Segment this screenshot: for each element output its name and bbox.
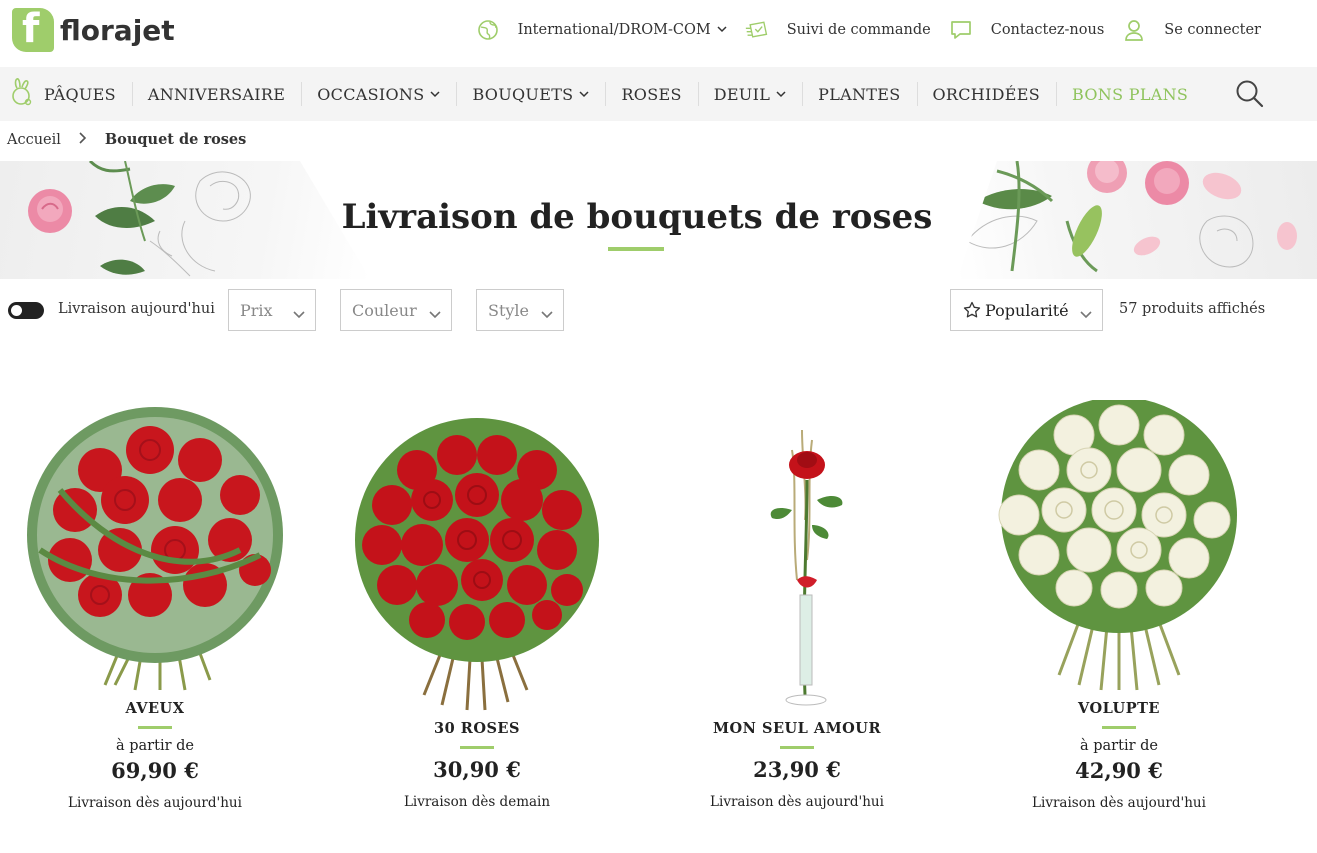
- filter-bar: Livraison aujourd'hui Prix Couleur Style…: [0, 289, 1317, 331]
- product-name[interactable]: MON SEUL AMOUR: [642, 720, 952, 737]
- delivery-info: Livraison dès demain: [403, 794, 551, 810]
- price-filter[interactable]: Prix: [228, 289, 316, 331]
- product-card[interactable]: AVEUX à partir de 69,90 € Livraison dès …: [0, 400, 310, 811]
- chevron-down-icon: [776, 88, 786, 101]
- nav-item-bons-plans[interactable]: BONS PLANS: [1056, 67, 1204, 121]
- product-image[interactable]: [322, 400, 632, 711]
- contact-link[interactable]: Contactez-nous: [949, 18, 1104, 42]
- product-image[interactable]: [964, 397, 1274, 700]
- name-underline: [780, 746, 814, 749]
- search-icon[interactable]: [1235, 79, 1265, 109]
- delivery-info: Livraison dès aujourd'hui: [1032, 795, 1206, 811]
- sort-select[interactable]: Popularité: [950, 289, 1103, 331]
- breadcrumb-home[interactable]: Accueil: [7, 132, 61, 148]
- star-icon: [963, 301, 981, 319]
- product-name[interactable]: AVEUX: [0, 700, 310, 717]
- nav-item-occasions[interactable]: OCCASIONS: [301, 67, 456, 121]
- logo-text: florajet: [60, 13, 175, 47]
- product-price: 42,90 €: [1075, 758, 1163, 783]
- nav-item-bouquets[interactable]: BOUQUETS: [456, 67, 605, 121]
- product-card[interactable]: MON SEUL AMOUR 23,90 € Livraison dès auj…: [642, 400, 952, 810]
- style-filter[interactable]: Style: [476, 289, 564, 331]
- logo-mark: f: [12, 6, 54, 52]
- chevron-down-icon: [541, 304, 553, 319]
- nav-item-paques[interactable]: PÂQUES: [0, 67, 132, 121]
- utility-links: International/DROM-COM Suivi de commande…: [458, 18, 1261, 42]
- product-price: 30,90 €: [433, 757, 521, 782]
- product-price: 23,90 €: [753, 757, 841, 782]
- price-prefix: à partir de: [116, 738, 194, 754]
- nav-item-roses[interactable]: ROSES: [605, 67, 697, 121]
- delivery-info: Livraison dès aujourd'hui: [68, 795, 242, 811]
- chevron-right-icon: [79, 131, 87, 148]
- login-link[interactable]: Se connecter: [1122, 18, 1261, 42]
- user-icon: [1122, 18, 1146, 42]
- chevron-down-icon: [430, 88, 440, 101]
- delivery-today-label: Livraison aujourd'hui: [58, 301, 215, 317]
- truck-icon: [745, 18, 769, 42]
- nav-item-plantes[interactable]: PLANTES: [802, 67, 916, 121]
- toggle-knob: [11, 305, 22, 316]
- product-card[interactable]: 30 ROSES 30,90 € Livraison dès demain: [322, 400, 632, 810]
- chevron-down-icon: [1080, 304, 1092, 319]
- product-name[interactable]: VOLUPTE: [964, 700, 1274, 717]
- globe-icon: [476, 18, 500, 42]
- order-tracking-link[interactable]: Suivi de commande: [745, 18, 931, 42]
- product-image[interactable]: [0, 400, 310, 700]
- main-nav: PÂQUES ANNIVERSAIRE OCCASIONS BOUQUETS R…: [0, 67, 1317, 121]
- price-prefix: à partir de: [1080, 738, 1158, 754]
- category-banner: Livraison de bouquets de roses: [0, 161, 1317, 279]
- chevron-down-icon: [717, 25, 727, 36]
- international-link[interactable]: International/DROM-COM: [476, 18, 727, 42]
- name-underline: [138, 726, 172, 729]
- product-image[interactable]: [642, 400, 952, 706]
- color-filter[interactable]: Couleur: [340, 289, 452, 331]
- delivery-today-toggle[interactable]: [8, 302, 44, 319]
- nav-item-anniversaire[interactable]: ANNIVERSAIRE: [131, 67, 301, 121]
- title-underline: [608, 247, 664, 251]
- nav-item-orchidees[interactable]: ORCHIDÉES: [916, 67, 1057, 121]
- breadcrumb: Accueil Bouquet de roses: [7, 131, 246, 148]
- top-header: f florajet International/DROM-COM Suivi …: [0, 0, 1317, 67]
- chevron-down-icon: [293, 304, 305, 319]
- product-card[interactable]: VOLUPTE à partir de 42,90 € Livraison dè…: [964, 397, 1274, 811]
- nav-item-deuil[interactable]: DEUIL: [697, 67, 802, 121]
- name-underline: [460, 746, 494, 749]
- product-count: 57 produits affichés: [1119, 301, 1266, 317]
- page-title: Livraison de bouquets de roses: [341, 197, 933, 237]
- florajet-logo[interactable]: f florajet: [12, 6, 175, 52]
- chevron-down-icon: [579, 88, 589, 101]
- chat-icon: [949, 18, 973, 42]
- bunny-icon: [8, 78, 34, 110]
- delivery-info: Livraison dès aujourd'hui: [710, 794, 884, 810]
- chevron-down-icon: [429, 304, 441, 319]
- name-underline: [1102, 726, 1136, 729]
- product-price: 69,90 €: [111, 758, 199, 783]
- product-name[interactable]: 30 ROSES: [322, 720, 632, 737]
- breadcrumb-current: Bouquet de roses: [104, 131, 247, 148]
